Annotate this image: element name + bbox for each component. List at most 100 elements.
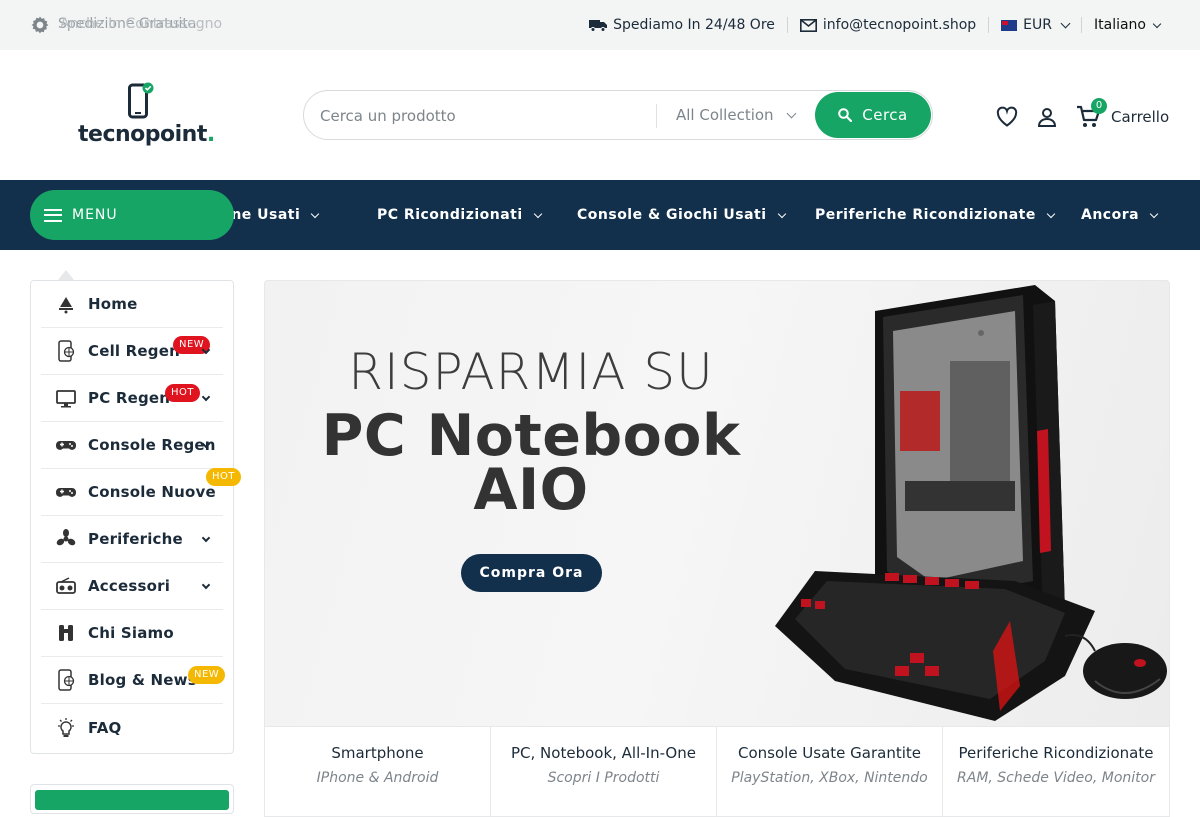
language-value: Italiano: [1094, 17, 1146, 33]
category-sidebar: Home Cell Regen NEW PC Regen HOT Console…: [30, 280, 241, 754]
chevron-down-icon: [1046, 209, 1056, 218]
currency-value: EUR: [1023, 17, 1052, 33]
chevron-down-icon: [777, 209, 786, 218]
heart-icon[interactable]: [995, 105, 1019, 129]
lightbulb-icon: [58, 717, 74, 737]
main-navbar: Smartphone Usati PC Ricondizionati Conso…: [0, 180, 1200, 250]
hero-banner: RISPARMIA SU PC Notebook AIO Compra Ora: [264, 280, 1170, 727]
banner-subtitle: RISPARMIA SU: [348, 343, 714, 401]
phone-logo-icon: [128, 82, 154, 119]
sidebar-item-console-regen[interactable]: Console Regen: [41, 422, 223, 469]
email-text: info@tecnopoint.shop: [822, 17, 977, 33]
sidebar-item-label: Blog & News: [88, 671, 197, 689]
sidebar-item-label: PC Regen: [88, 389, 171, 407]
nav-link-label: Console & Giochi Usati: [577, 207, 767, 223]
chevron-down-icon: [311, 209, 320, 218]
menu-label: MENU: [72, 207, 118, 223]
nav-link-label: Ancora: [1081, 207, 1140, 223]
fan-icon: [56, 529, 76, 546]
sidebar-item-blog-news[interactable]: Blog & News NEW: [41, 657, 226, 704]
shop-now-button[interactable]: Compra Ora: [461, 554, 602, 592]
header-icons: 0 Carrello: [995, 98, 1170, 132]
sidebar-item-accessori[interactable]: Accessori: [41, 563, 223, 610]
chevron-down-icon[interactable]: [201, 392, 211, 401]
sidebar-green-button[interactable]: [35, 790, 229, 810]
divider: [1081, 17, 1082, 33]
user-icon[interactable]: [1035, 105, 1059, 129]
sidebar-item-pc-regen[interactable]: PC Regen HOT: [41, 375, 223, 422]
nav-link-ancora[interactable]: Ancora: [1081, 180, 1159, 250]
cart-count-badge: 0: [1091, 98, 1107, 114]
search-bar: All Collection Cerca: [303, 90, 933, 140]
category-subtitle: IPhone & Android: [316, 770, 439, 786]
collection-select[interactable]: All Collection: [676, 106, 797, 124]
flag-icon: [1001, 19, 1018, 31]
nav-link-label: PC Ricondizionati: [377, 207, 523, 223]
category-title: Smartphone: [331, 744, 424, 762]
sidebar-item-chi-siamo[interactable]: Chi Siamo: [41, 610, 223, 657]
nav-link-periferiche[interactable]: Periferiche Ricondizionate: [815, 180, 1056, 250]
search-icon: [838, 108, 853, 122]
monitor-icon: [56, 390, 76, 408]
new-badge: NEW: [188, 666, 226, 684]
chevron-down-icon: [533, 209, 542, 218]
gamepad-icon: [56, 441, 76, 450]
search-button-label: Cerca: [862, 106, 908, 124]
chevron-down-icon[interactable]: [201, 533, 211, 542]
sidebar-item-label: Accessori: [88, 577, 171, 595]
category-subtitle: RAM, Schede Video, Monitor: [957, 770, 1155, 786]
chevron-down-icon: [1152, 19, 1162, 28]
logo[interactable]: tecnopoint.: [78, 82, 218, 152]
search-button[interactable]: Cerca: [815, 92, 931, 138]
banner-title-line2: AIO: [473, 457, 589, 523]
cart-button[interactable]: 0 Carrello: [1075, 98, 1170, 130]
sidebar-item-faq[interactable]: FAQ: [41, 704, 223, 751]
category-title: PC, Notebook, All-In-One: [511, 744, 696, 762]
divider: [656, 104, 657, 128]
category-title: Periferiche Ricondizionate: [958, 744, 1154, 762]
banner-title-line1: PC Notebook: [321, 403, 741, 469]
gamepad-icon: [56, 488, 76, 497]
search-input[interactable]: [320, 103, 640, 129]
sidebar-item-periferiche[interactable]: Periferiche: [41, 516, 223, 563]
shipping-text: Spediamo In 24/48 Ore: [613, 17, 775, 33]
sidebar-item-label: Chi Siamo: [88, 624, 174, 642]
sidebar-item-cell-regen[interactable]: Cell Regen NEW: [41, 328, 223, 375]
sidebar-item-home[interactable]: Home: [41, 281, 223, 328]
divider: [988, 17, 990, 33]
category-console[interactable]: Console Usate Garantite PlayStation, XBo…: [717, 727, 943, 817]
sidebar-item-label: Periferiche: [88, 530, 183, 548]
gaming-pc-image: [775, 285, 1167, 721]
truck-icon: [589, 20, 608, 32]
home-icon: [59, 297, 73, 314]
category-pc-notebook[interactable]: PC, Notebook, All-In-One Scopri I Prodot…: [491, 727, 717, 817]
promo-text-overlay: Anche In Contrassegno: [60, 16, 223, 32]
menu-button[interactable]: MENU: [30, 190, 234, 240]
banner-title: PC Notebook AIO: [265, 403, 797, 523]
nav-link-console-giochi[interactable]: Console & Giochi Usati: [577, 180, 786, 250]
chevron-down-icon: [786, 108, 797, 119]
top-bar: Spedizione Gratuita Anche In Contrassegn…: [0, 0, 1200, 50]
hamburger-icon: [44, 208, 62, 222]
category-smartphone[interactable]: Smartphone IPhone & Android: [265, 727, 491, 817]
shipping-info: Spediamo In 24/48 Ore: [589, 17, 775, 33]
menu-caret: [58, 270, 74, 280]
language-selector[interactable]: Italiano: [1094, 17, 1162, 33]
cart-label: Carrello: [1111, 108, 1170, 126]
sidebar-item-console-nuove[interactable]: Console Nuove HOT: [41, 468, 241, 516]
divider: [786, 17, 788, 33]
email-link[interactable]: info@tecnopoint.shop: [799, 17, 977, 33]
sidebar-item-label: Console Nuove: [88, 483, 216, 501]
sidebar-item-label: Console Regen: [88, 436, 216, 454]
chevron-down-icon[interactable]: [201, 580, 211, 589]
nav-link-pc-ricondizionati[interactable]: PC Ricondizionati: [377, 180, 542, 250]
category-periferiche[interactable]: Periferiche Ricondizionate RAM, Schede V…: [943, 727, 1169, 817]
collection-value: All Collection: [676, 106, 774, 124]
binoculars-icon: [59, 625, 73, 641]
sidebar-item-label: Cell Regen: [88, 342, 180, 360]
nav-link-label: Periferiche Ricondizionate: [815, 207, 1036, 223]
currency-selector[interactable]: EUR: [1001, 17, 1071, 33]
mail-icon: [799, 18, 817, 32]
sidebar-item-label: Home: [88, 295, 138, 313]
radio-icon: [56, 577, 76, 594]
